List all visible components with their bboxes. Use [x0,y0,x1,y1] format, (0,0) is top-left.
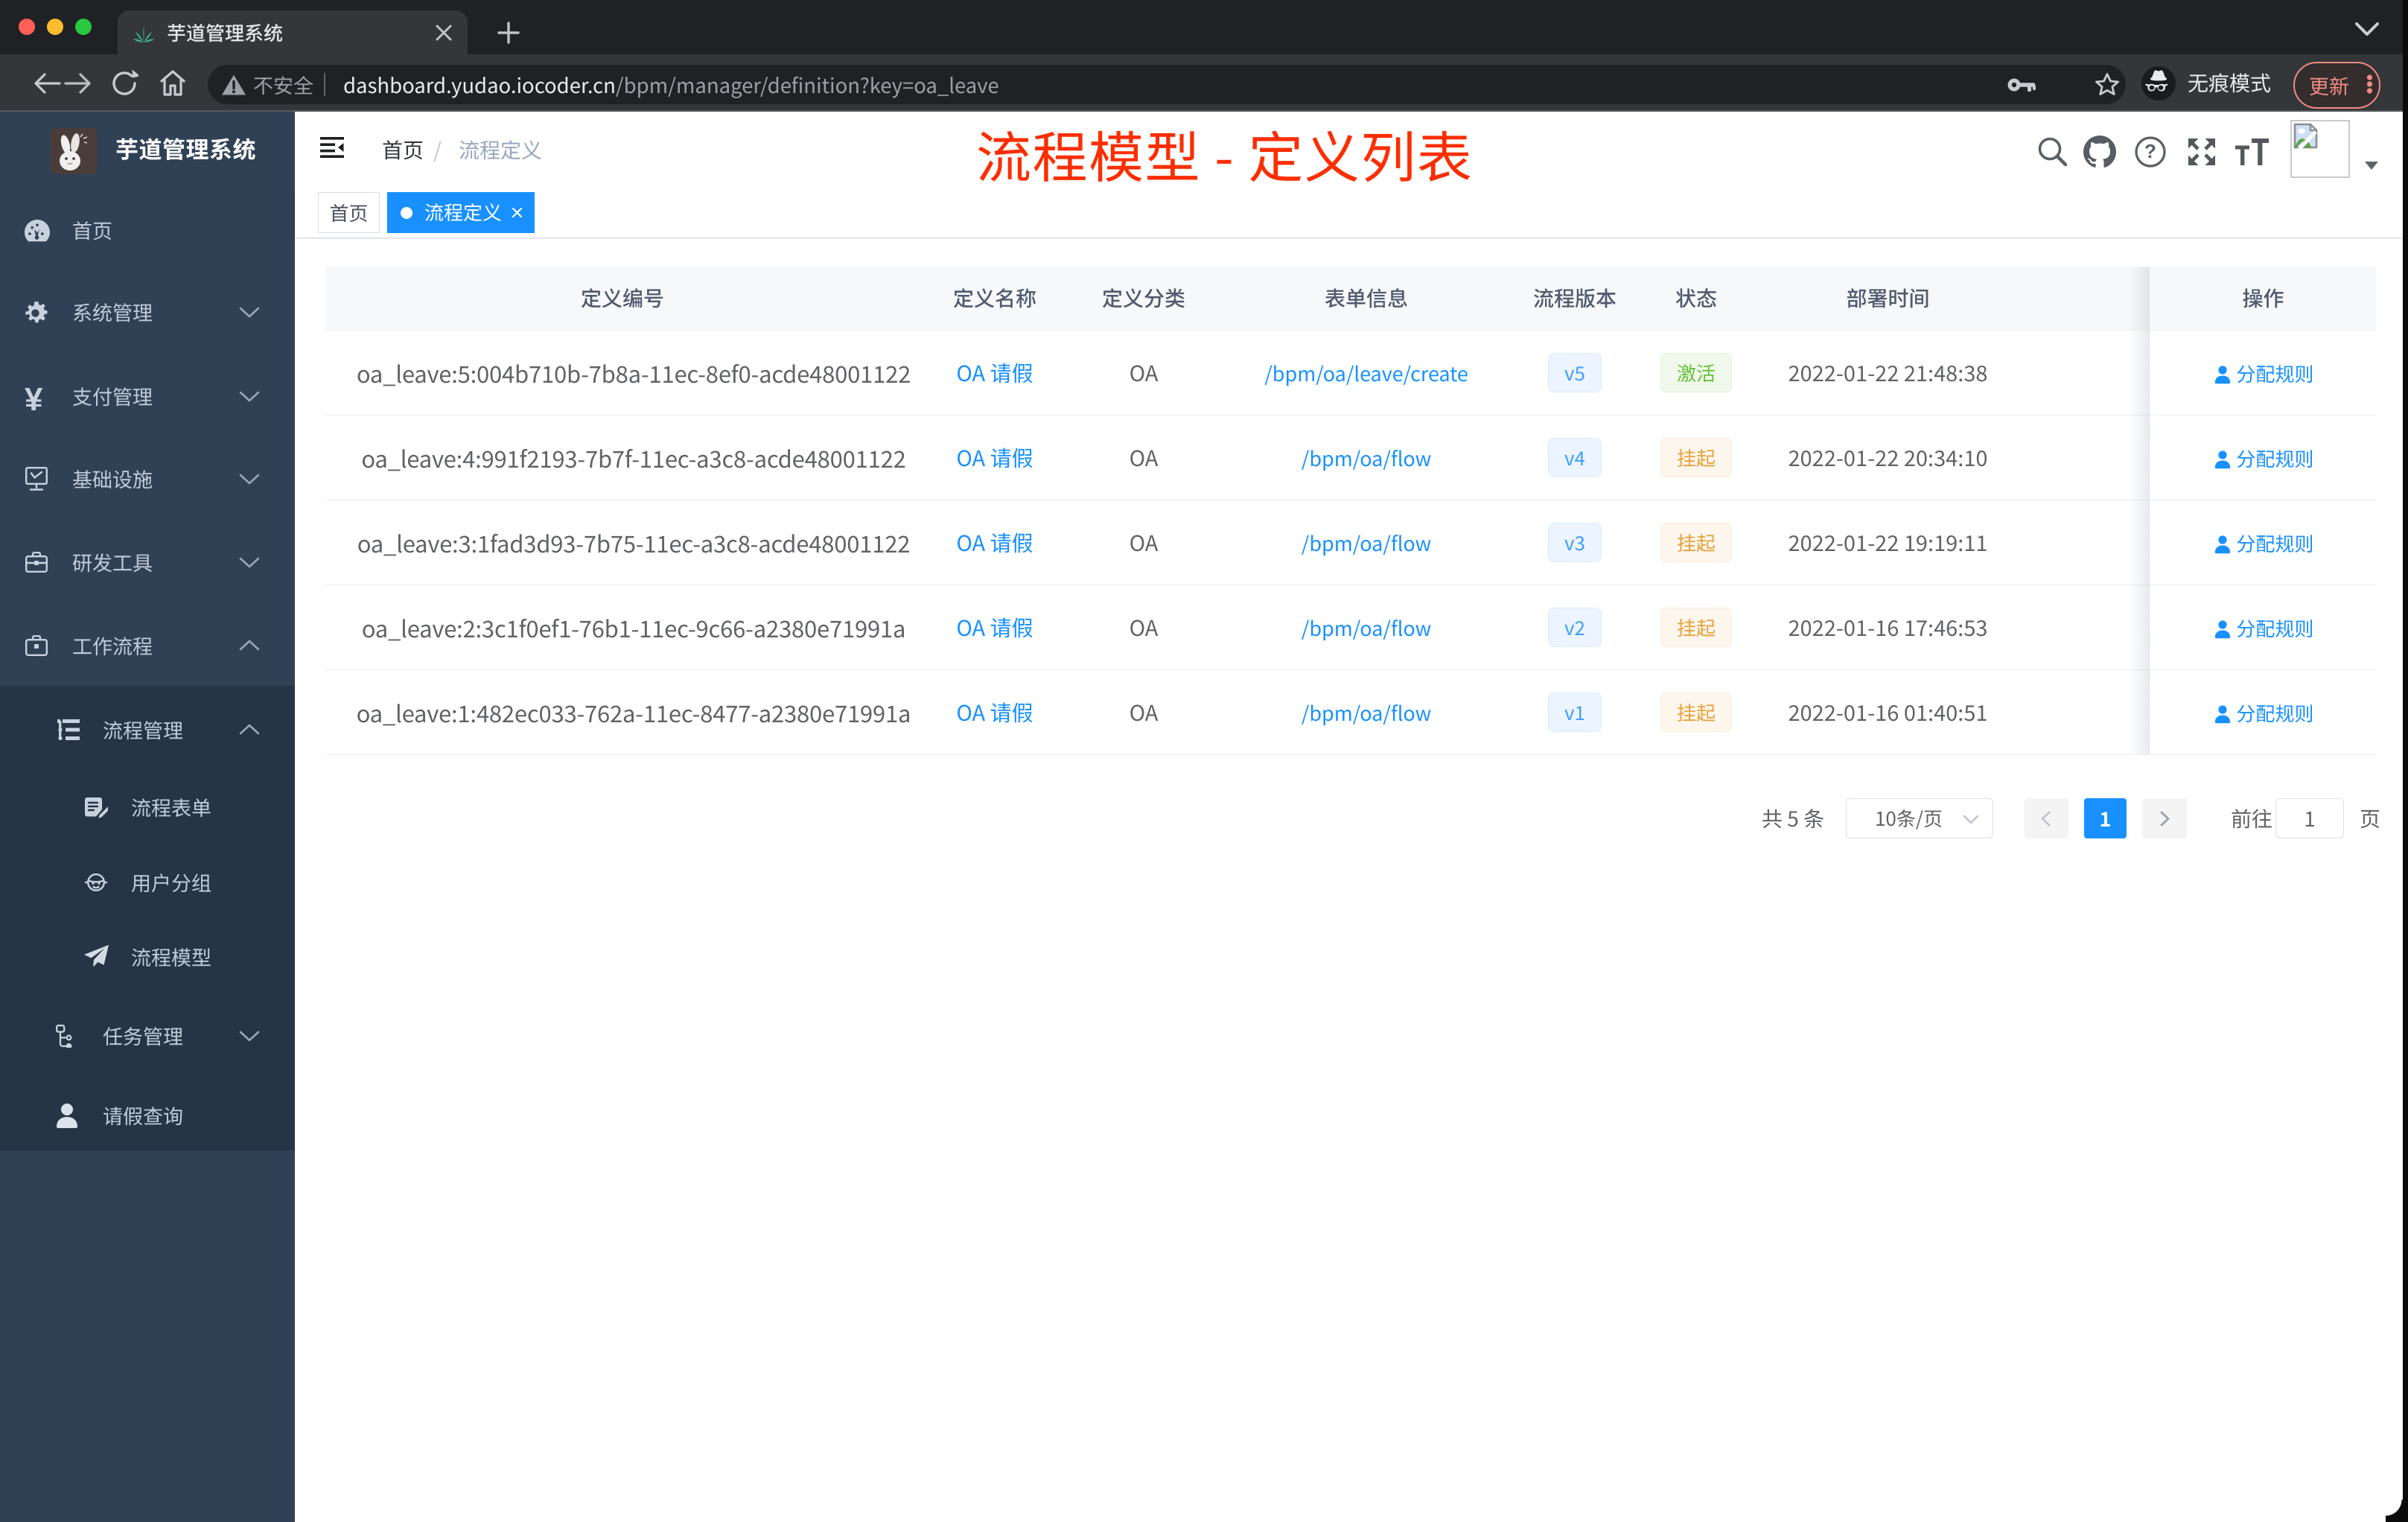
svg-text:?: ? [2144,140,2156,162]
